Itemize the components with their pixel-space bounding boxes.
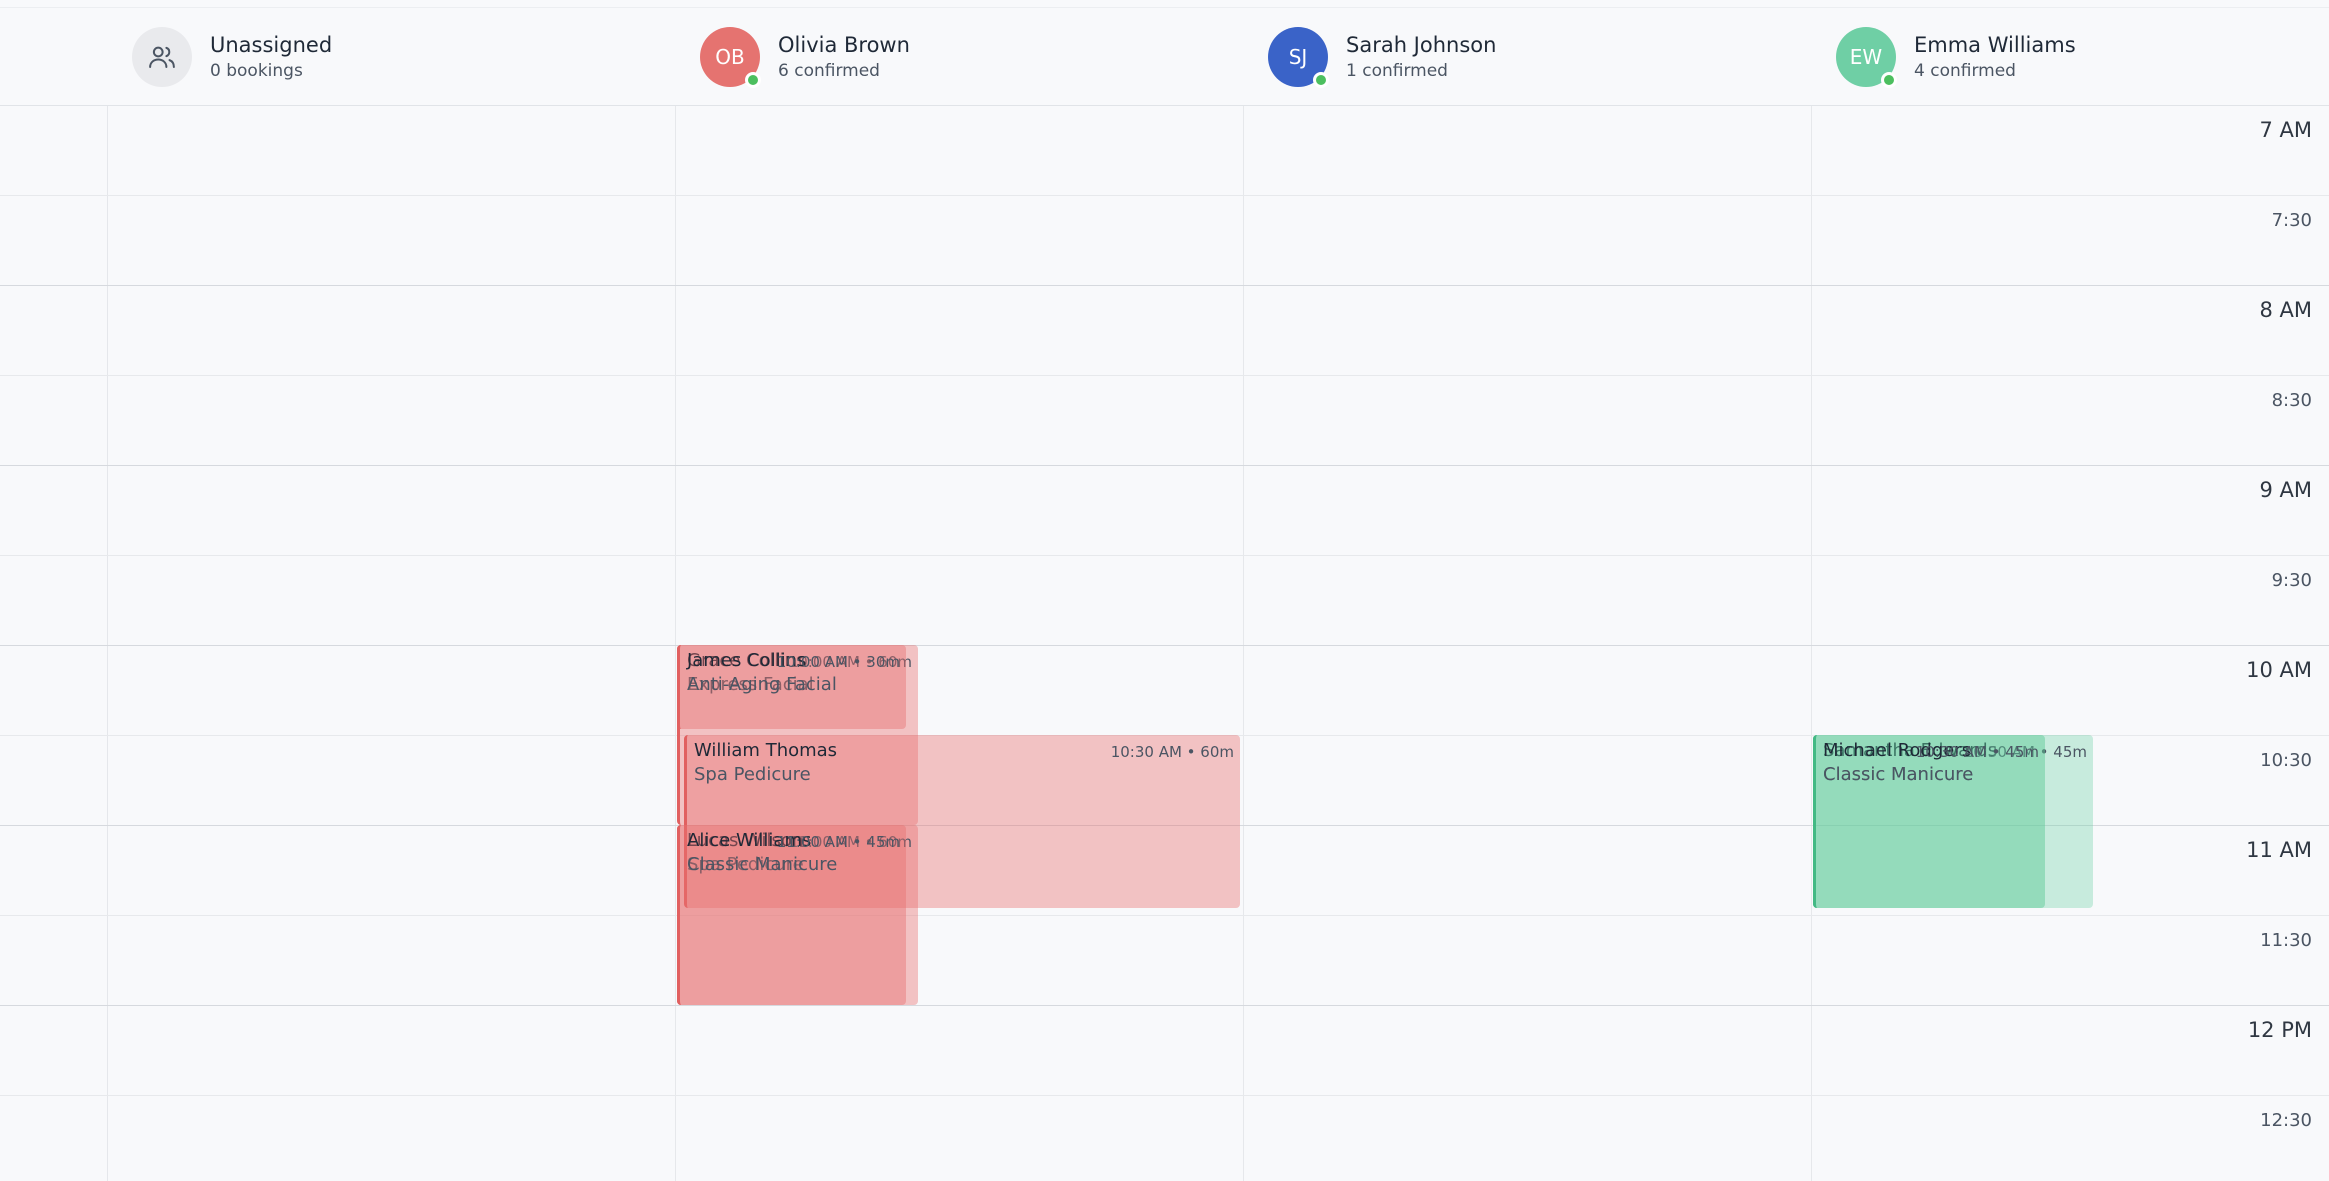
avatar-initials: OB: [715, 45, 745, 69]
users-icon: [149, 46, 175, 68]
staff-column[interactable]: [108, 106, 676, 1181]
time-label: 7 AM: [2259, 118, 2312, 142]
appointment-service: Anti-Aging Facial: [687, 674, 837, 695]
staff-name: Sarah Johnson: [1346, 32, 1497, 57]
time-gutter: [0, 106, 108, 1181]
avatar-initials: SJ: [1288, 45, 1308, 69]
online-status-icon: [745, 72, 761, 88]
appointment-time: 10:30 AM • 45m: [1915, 743, 2039, 761]
appointment-time: 10:00 AM • 30m: [776, 653, 900, 671]
time-label: 7:30: [2271, 210, 2312, 231]
staff-column-header[interactable]: OB Olivia Brown 6 confirmed: [676, 8, 1244, 106]
online-status-icon: [1313, 72, 1329, 88]
time-label: 9:30: [2271, 570, 2312, 591]
time-label: 11:30: [2260, 930, 2312, 951]
calendar-view: Unassigned 0 bookings OB Olivia Brown 6 …: [0, 0, 2329, 1181]
appointment-service: Classic Manicure: [1823, 764, 1974, 785]
grid-line: [0, 645, 2329, 646]
staff-column[interactable]: [676, 106, 1244, 1181]
appointment-service: Spa Pedicure: [694, 764, 811, 785]
appointment-card[interactable]: James Collins Anti-Aging Facial 10:00 AM…: [677, 645, 906, 729]
appointment-time: 10:30 AM • 60m: [1110, 743, 1234, 761]
schedule-grid: 7 AM 7:30 8 AM 8:30 9 AM 9:30 10 AM 10:3…: [0, 106, 2329, 1181]
staff-column[interactable]: [1244, 106, 1812, 1181]
grid-line: [0, 465, 2329, 466]
time-label: 12:30: [2260, 1110, 2312, 1131]
staff-column-header[interactable]: SJ Sarah Johnson 1 confirmed: [1244, 8, 1812, 106]
staff-booking-count: 6 confirmed: [778, 60, 880, 81]
appointment-service: Classic Manicure: [687, 854, 838, 875]
appointment-card[interactable]: Alice Williams Classic Manicure 11:00 AM…: [677, 825, 906, 1005]
staff-booking-count: 4 confirmed: [1914, 60, 2016, 81]
staff-name: Unassigned: [210, 32, 333, 57]
grid-line: [0, 915, 2329, 916]
grid-line: [0, 375, 2329, 376]
grid-line: [0, 1095, 2329, 1096]
staff-column-header[interactable]: Unassigned 0 bookings: [108, 8, 676, 106]
staff-name: Emma Williams: [1914, 32, 2076, 57]
staff-booking-count: 0 bookings: [210, 60, 303, 81]
staff-booking-count: 1 confirmed: [1346, 60, 1448, 81]
time-label: 8:30: [2271, 390, 2312, 411]
avatar: SJ: [1268, 27, 1329, 88]
staff-name: Olivia Brown: [778, 32, 910, 57]
time-label: 10 AM: [2246, 658, 2312, 682]
grid-line: [0, 195, 2329, 196]
avatar: EW: [1836, 27, 1897, 88]
time-label: 11 AM: [2246, 838, 2312, 862]
staff-header: Unassigned 0 bookings OB Olivia Brown 6 …: [0, 7, 2329, 106]
grid-line: [0, 285, 2329, 286]
avatar-initials: EW: [1849, 45, 1883, 69]
avatar: OB: [700, 27, 761, 88]
grid-line: [0, 1005, 2329, 1006]
staff-column-header[interactable]: EW Emma Williams 4 confirmed: [1812, 8, 2329, 106]
time-label: 9 AM: [2259, 478, 2312, 502]
appointment-time: 11:00 AM • 45m: [776, 833, 900, 851]
online-status-icon: [1881, 72, 1897, 88]
avatar: [132, 27, 192, 87]
appointment-card[interactable]: Michael Rodgers Classic Manicure 10:30 A…: [1813, 735, 2045, 908]
time-label: 8 AM: [2259, 298, 2312, 322]
grid-line: [0, 555, 2329, 556]
time-label: 10:30: [2260, 750, 2312, 771]
time-label: 12 PM: [2247, 1018, 2312, 1042]
